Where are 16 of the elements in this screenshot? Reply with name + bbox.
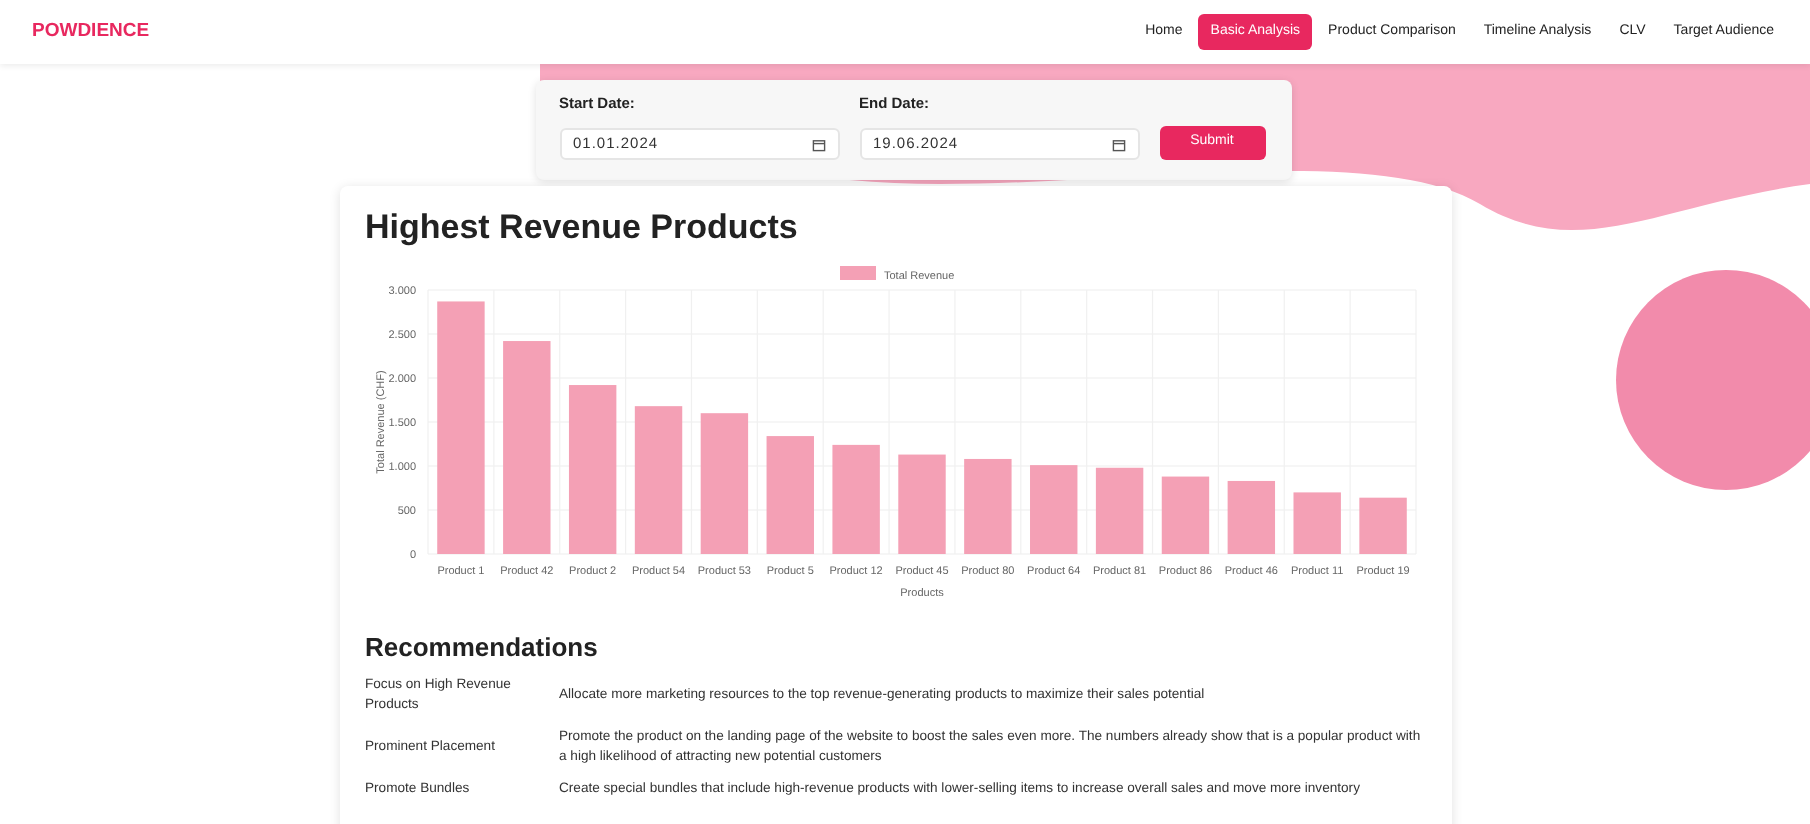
bar [1029, 465, 1077, 554]
bar [897, 454, 945, 554]
bar [1160, 476, 1209, 554]
bar [1358, 497, 1406, 554]
chart-title: Highest Revenue Products [365, 208, 800, 248]
bar [765, 436, 813, 554]
bar [963, 458, 1011, 554]
bar [1292, 492, 1340, 554]
section-heading: Recommendations [365, 630, 600, 666]
bar [1094, 467, 1143, 554]
brand-logo: POWDIENCE [32, 17, 150, 46]
bar [699, 413, 748, 554]
calendar-icon [1111, 137, 1125, 151]
bar [831, 444, 879, 554]
calendar-icon [811, 137, 825, 151]
bar [1226, 480, 1275, 554]
